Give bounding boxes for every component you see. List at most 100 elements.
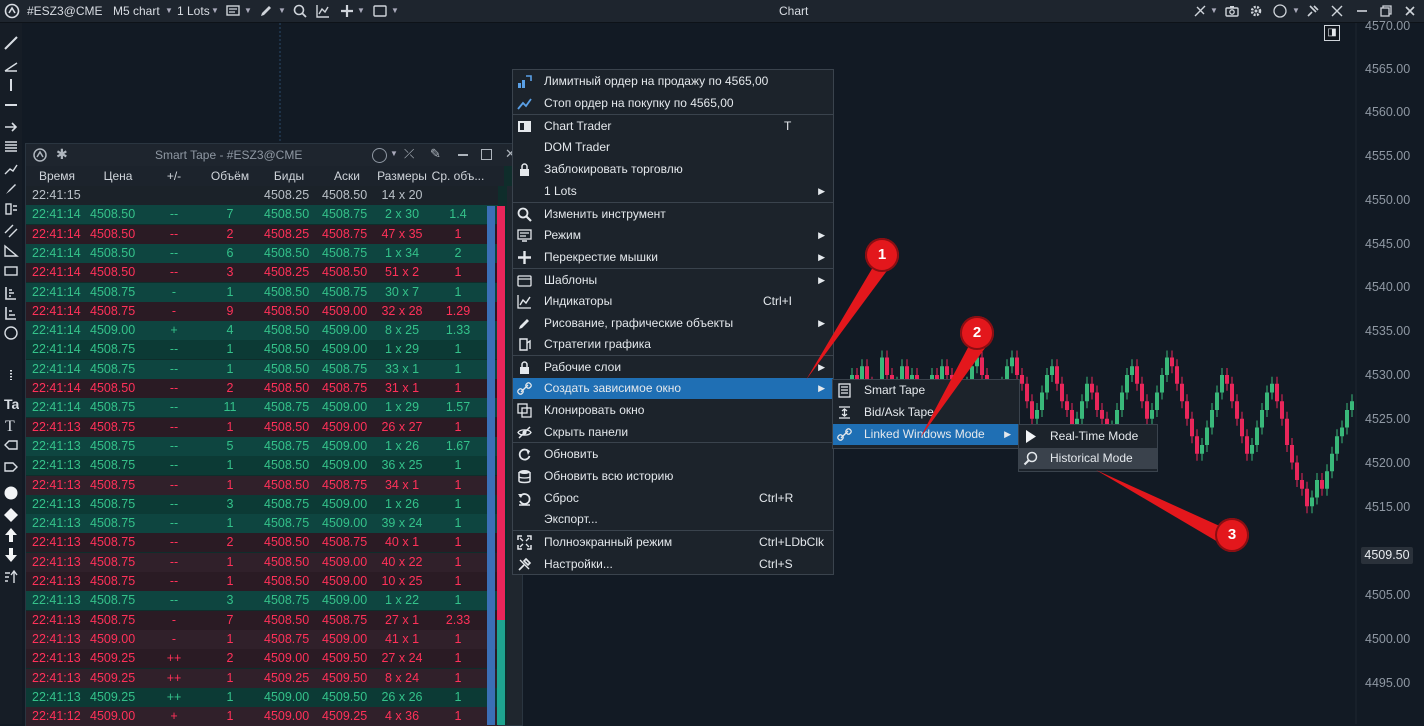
asterisk-icon[interactable]: ✱ [56, 146, 68, 163]
table-row[interactable]: 22:41:14 4508.50 -- 2 4508.25 4508.75 47 x 35 1 [26, 224, 498, 244]
dot-icon[interactable] [3, 485, 19, 501]
menu-item[interactable]: Полноэкранный режим Ctrl+LDbClk [513, 532, 833, 553]
menu-item[interactable]: 1 Lots ▶ [513, 181, 833, 202]
table-row[interactable]: 22:41:14 4508.75 -- 11 4508.75 4509.00 1 x 29 1… [26, 398, 498, 418]
arrow-up-icon[interactable] [3, 527, 19, 543]
menu-item[interactable]: Настройки... Ctrl+S [513, 554, 833, 575]
bar-style-icon[interactable] [225, 3, 241, 19]
table-row[interactable]: 22:41:12 4509.00 +1 4509.00 4509.25 4 x 36 1 [26, 707, 498, 726]
triangle-icon[interactable] [3, 243, 19, 259]
table-row[interactable]: 22:41:15 4508.25 4508.50 14 x 20 [26, 186, 498, 205]
menu-item[interactable]: Экспорт... [513, 509, 833, 530]
horizontal-line-icon[interactable] [3, 97, 19, 113]
menu-item[interactable]: Заблокировать торговлю [513, 159, 833, 180]
column-header-avg-volume[interactable]: Ср. объ... [428, 166, 488, 186]
table-row[interactable]: 22:41:14 4509.00 +4 4508.50 4509.00 8 x 25 1.3… [26, 321, 498, 341]
menu-item[interactable]: Рисование, графические объекты ▶ [513, 313, 833, 334]
table-row[interactable]: 22:41:14 4508.50 -- 3 4508.25 4508.50 51 x 2 1 [26, 263, 498, 283]
column-header-asks[interactable]: Аски [318, 166, 376, 186]
crosshair-icon[interactable] [339, 3, 355, 19]
pin-icon[interactable]: ✎ [430, 146, 441, 162]
maximize-icon[interactable] [1378, 3, 1394, 19]
menu-item[interactable]: Индикаторы Ctrl+I [513, 291, 833, 312]
chevron-down-icon[interactable]: ▼ [211, 0, 219, 22]
channel-icon[interactable] [3, 201, 19, 217]
chevron-down-icon[interactable]: ▼ [244, 0, 252, 22]
chevron-down-icon[interactable]: ▼ [278, 0, 286, 22]
layout-icon[interactable] [372, 3, 388, 19]
menu-item[interactable]: Скрыть панели [513, 422, 833, 443]
table-row[interactable]: 22:41:13 4508.75 -- 3 4508.75 4509.00 1 x 26 1 [26, 494, 498, 514]
camera-icon[interactable] [1224, 3, 1240, 19]
ray-tool-icon[interactable] [3, 57, 19, 73]
menu-item[interactable]: Шаблоны ▶ [513, 270, 833, 291]
symbol-selector[interactable]: #ESZ3@CME [27, 0, 103, 22]
indicator-icon[interactable] [315, 3, 331, 19]
table-row[interactable]: 22:41:13 4508.75 -- 1 4508.50 4509.00 10 x 25 1 [26, 572, 498, 591]
menu-item[interactable]: Chart Trader T [513, 116, 833, 137]
line-tool-icon[interactable] [3, 35, 19, 51]
submenu-item-historical-mode[interactable]: Historical Mode [1019, 448, 1157, 469]
table-row[interactable]: 22:41:14 4508.75 - 1 4508.50 4508.75 30 x 7 1 [26, 282, 498, 302]
column-header-price[interactable]: Цена [88, 166, 148, 186]
label-icon[interactable] [3, 437, 19, 453]
chevron-down-icon[interactable]: ▼ [1292, 0, 1300, 22]
smart-tape-titlebar[interactable]: ✱ Smart Tape - #ESZ3@CME ▼ ⤫ ✎ ✕ [26, 144, 522, 166]
parallel-icon[interactable] [3, 223, 19, 239]
lots-selector[interactable]: 1 Lots [177, 0, 210, 22]
maximize-icon[interactable] [481, 149, 492, 160]
column-header-volume[interactable]: Объём [200, 166, 260, 186]
pencil-icon[interactable] [258, 3, 274, 19]
chevron-down-icon[interactable]: ▼ [1210, 0, 1218, 22]
menu-item[interactable]: Обновить всю историю [513, 466, 833, 487]
menu-item[interactable]: Рабочие слои ▶ [513, 357, 833, 378]
column-header-time[interactable]: Время [26, 166, 88, 186]
table-row[interactable]: 22:41:13 4509.25 ++ 2 4509.00 4509.50 27 x 24 1 [26, 649, 498, 669]
circle-icon[interactable] [372, 148, 387, 163]
chart-type-selector[interactable]: M5 chart [113, 0, 160, 22]
chevron-down-icon[interactable]: ▼ [391, 0, 399, 22]
trend-icon[interactable] [3, 161, 19, 177]
logo-icon[interactable] [4, 3, 20, 19]
menu-item[interactable]: Режим ▶ [513, 225, 833, 246]
link-icon[interactable] [1192, 3, 1208, 19]
table-row[interactable]: 22:41:13 4508.75 -- 1 4508.75 4509.00 39 x 24 1 [26, 514, 498, 534]
menu-item[interactable]: Создать зависимое окно ▶ [513, 378, 833, 399]
chevron-down-icon[interactable]: ▼ [357, 0, 365, 22]
levels-icon[interactable] [3, 305, 19, 321]
table-row[interactable]: 22:41:13 4508.75 -- 1 4508.50 4508.75 34 x 1 1 [26, 475, 498, 495]
dots-icon[interactable] [3, 367, 19, 383]
brush-icon[interactable] [3, 181, 19, 197]
cross-tool-icon[interactable] [1329, 3, 1345, 19]
table-row[interactable]: 22:41:13 4509.25 ++ 1 4509.00 4509.50 26 x 26 1 [26, 687, 498, 707]
vertical-line-icon[interactable] [3, 77, 19, 93]
menu-item[interactable]: DOM Trader [513, 137, 833, 158]
submenu-item-linked-windows-mode[interactable]: Linked Windows Mode ▶ [833, 424, 1019, 445]
panel-toggle-icon[interactable]: ◨ [1324, 25, 1340, 41]
column-header-bids[interactable]: Биды [260, 166, 318, 186]
menu-item[interactable]: Клонировать окно [513, 400, 833, 421]
menu-item[interactable]: Изменить инструмент [513, 204, 833, 225]
table-row[interactable]: 22:41:13 4508.75 -- 1 4508.50 4509.00 36 x 25 1 [26, 456, 498, 476]
bars-icon[interactable] [3, 285, 19, 301]
table-row[interactable]: 22:41:14 4508.50 -- 2 4508.50 4508.75 31 x 1 1 [26, 379, 498, 398]
table-row[interactable]: 22:41:13 4508.75 -- 5 4508.75 4509.00 1 x 26 1.… [26, 436, 498, 456]
pin-icon[interactable] [1305, 3, 1321, 19]
table-row[interactable]: 22:41:14 4508.50 -- 6 4508.50 4508.75 1 x 34 2 [26, 243, 498, 263]
table-row[interactable]: 22:41:14 4508.50 -- 7 4508.50 4508.75 2 x 30 1.… [26, 205, 498, 225]
table-row[interactable]: 22:41:13 4508.75 -- 3 4508.75 4509.00 1 x 22 1 [26, 591, 498, 611]
fibonacci-icon[interactable] [3, 139, 19, 155]
table-row[interactable]: 22:41:13 4508.75 -- 1 4508.50 4509.00 40 x 22 1 [26, 552, 498, 572]
menu-item[interactable]: Перекрестие мышки ▶ [513, 247, 833, 268]
arrow-icon[interactable] [3, 119, 19, 135]
table-row[interactable]: 22:41:14 4508.75 - 9 4508.50 4509.00 32 x 28 1.… [26, 301, 498, 321]
rectangle-icon[interactable] [3, 263, 19, 279]
close-icon[interactable] [1402, 3, 1418, 19]
table-row[interactable]: 22:41:14 4508.75 -- 1 4508.50 4509.00 1 x 29 1 [26, 340, 498, 360]
text-icon[interactable]: Ta [3, 395, 19, 411]
table-row[interactable]: 22:41:13 4509.00 - 1 4508.75 4509.00 41 x 1 1 [26, 629, 498, 649]
minimize-icon[interactable] [458, 154, 468, 156]
circle-tool-icon[interactable] [3, 325, 19, 341]
menu-item[interactable]: Сброс Ctrl+R [513, 488, 833, 509]
chevron-down-icon[interactable]: ▼ [390, 149, 398, 158]
